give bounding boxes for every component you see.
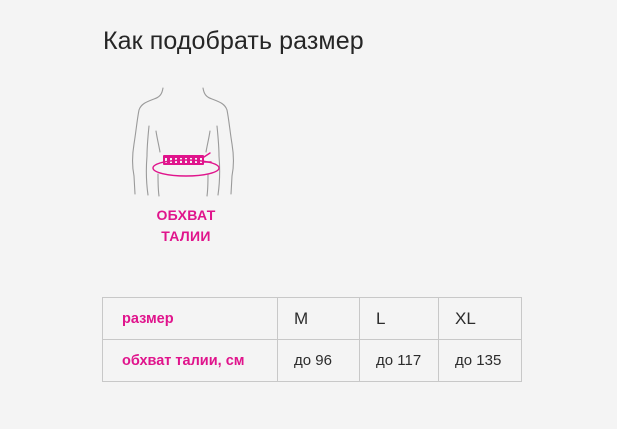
table-cell: до 117 — [359, 339, 439, 382]
size-chart-table: размер M L XL обхват талии, см до 96 до … — [102, 297, 522, 382]
table-cell: до 135 — [438, 339, 522, 382]
table-row-label: обхват талии, см — [102, 339, 278, 382]
table-row: обхват талии, см до 96 до 117 до 135 — [102, 339, 522, 382]
waist-caption-line-2: ТАЛИИ — [161, 228, 211, 244]
waist-caption: ОБХВАТ ТАЛИИ — [130, 205, 242, 247]
waist-measurement-icon — [127, 86, 252, 198]
page-title: Как подобрать размер — [103, 27, 364, 55]
table-cell: XL — [438, 297, 522, 340]
table-cell: M — [277, 297, 360, 340]
table-cell: до 96 — [277, 339, 360, 382]
table-row: размер M L XL — [102, 297, 522, 340]
table-cell: L — [359, 297, 439, 340]
waist-caption-line-1: ОБХВАТ — [156, 207, 216, 223]
table-row-label: размер — [102, 297, 278, 340]
